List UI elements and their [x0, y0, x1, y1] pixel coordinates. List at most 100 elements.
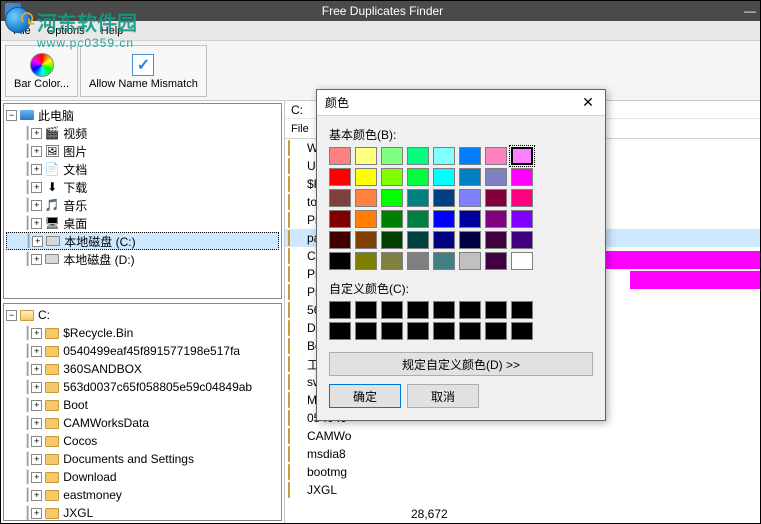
- custom-color-swatch[interactable]: [433, 301, 455, 319]
- color-swatch[interactable]: [511, 252, 533, 270]
- expander-icon[interactable]: +: [31, 200, 42, 211]
- color-swatch[interactable]: [511, 147, 533, 165]
- color-swatch[interactable]: [381, 210, 403, 228]
- color-swatch[interactable]: [459, 231, 481, 249]
- color-swatch[interactable]: [433, 189, 455, 207]
- tree-item-label[interactable]: Cocos: [63, 434, 97, 448]
- expander-icon[interactable]: +: [31, 400, 42, 411]
- tree-item-label[interactable]: $Recycle.Bin: [63, 326, 133, 340]
- color-dialog-titlebar[interactable]: 颜色 ✕: [317, 90, 605, 116]
- color-swatch[interactable]: [485, 147, 507, 165]
- tree-item-label[interactable]: 0540499eaf45f891577198e517fa: [63, 344, 240, 358]
- tree-item-label[interactable]: Documents and Settings: [63, 452, 194, 466]
- menu-help[interactable]: Help: [93, 23, 132, 39]
- menu-options[interactable]: Options: [39, 23, 93, 39]
- color-swatch[interactable]: [329, 210, 351, 228]
- color-swatch[interactable]: [381, 189, 403, 207]
- tree-item-label[interactable]: Boot: [63, 398, 88, 412]
- color-swatch[interactable]: [485, 252, 507, 270]
- color-swatch[interactable]: [329, 252, 351, 270]
- color-swatch[interactable]: [433, 168, 455, 186]
- tree-item-label[interactable]: 360SANDBOX: [63, 362, 142, 376]
- expander-icon[interactable]: +: [31, 328, 42, 339]
- bar-color-button[interactable]: Bar Color...: [5, 45, 78, 97]
- custom-color-swatch[interactable]: [355, 322, 377, 340]
- custom-color-swatch[interactable]: [485, 322, 507, 340]
- color-swatch[interactable]: [407, 168, 429, 186]
- tree-item-label[interactable]: 文档: [63, 161, 87, 178]
- custom-color-swatch[interactable]: [329, 322, 351, 340]
- custom-color-swatch[interactable]: [329, 301, 351, 319]
- expander-icon[interactable]: +: [31, 128, 42, 139]
- color-swatch[interactable]: [355, 147, 377, 165]
- color-swatch[interactable]: [485, 189, 507, 207]
- color-swatch[interactable]: [433, 252, 455, 270]
- custom-color-swatch[interactable]: [381, 301, 403, 319]
- tree-item-label[interactable]: 图片: [63, 143, 87, 160]
- tree-item-label[interactable]: Download: [63, 470, 116, 484]
- custom-color-swatch[interactable]: [407, 322, 429, 340]
- color-swatch[interactable]: [433, 231, 455, 249]
- color-swatch[interactable]: [407, 210, 429, 228]
- folder-tree-top[interactable]: −此电脑┃+🎬视频┃+🖼图片┃+📄文档┃+⬇下载┃+🎵音乐┃+🖥桌面┃+本地磁盘…: [3, 103, 282, 299]
- color-swatch[interactable]: [485, 210, 507, 228]
- color-swatch[interactable]: [511, 231, 533, 249]
- color-swatch[interactable]: [381, 147, 403, 165]
- file-row[interactable]: CAMWo: [285, 427, 760, 445]
- expander-icon[interactable]: +: [31, 382, 42, 393]
- expander-icon[interactable]: +: [31, 146, 42, 157]
- expander-icon[interactable]: +: [32, 236, 43, 247]
- color-swatch[interactable]: [329, 231, 351, 249]
- custom-color-swatch[interactable]: [381, 322, 403, 340]
- file-row[interactable]: msdia8: [285, 445, 760, 463]
- color-swatch[interactable]: [459, 147, 481, 165]
- folder-tree-bottom[interactable]: −C:┃+$Recycle.Bin┃+0540499eaf45f89157719…: [3, 303, 282, 521]
- close-icon[interactable]: ✕: [579, 94, 597, 112]
- custom-color-swatch[interactable]: [511, 322, 533, 340]
- custom-color-swatch[interactable]: [459, 301, 481, 319]
- color-swatch[interactable]: [511, 210, 533, 228]
- tree-item-label[interactable]: eastmoney: [63, 488, 122, 502]
- tree-item-label[interactable]: 视频: [63, 125, 87, 142]
- expander-icon[interactable]: +: [31, 490, 42, 501]
- color-swatch[interactable]: [355, 231, 377, 249]
- color-swatch[interactable]: [407, 252, 429, 270]
- custom-color-swatch[interactable]: [511, 301, 533, 319]
- expander-icon[interactable]: +: [31, 254, 42, 265]
- tree-item-label[interactable]: 563d0037c65f058805e59c04849ab: [63, 380, 252, 394]
- minimize-button[interactable]: —: [740, 4, 760, 18]
- custom-color-swatch[interactable]: [433, 322, 455, 340]
- color-swatch[interactable]: [511, 189, 533, 207]
- color-swatch[interactable]: [355, 210, 377, 228]
- color-swatch[interactable]: [355, 189, 377, 207]
- expander-icon[interactable]: +: [31, 418, 42, 429]
- tree-item-label[interactable]: 本地磁盘 (C:): [64, 233, 135, 250]
- color-swatch[interactable]: [433, 210, 455, 228]
- color-swatch[interactable]: [485, 168, 507, 186]
- custom-color-swatch[interactable]: [485, 301, 507, 319]
- expander-icon[interactable]: +: [31, 346, 42, 357]
- color-swatch[interactable]: [459, 252, 481, 270]
- define-custom-color-button[interactable]: 规定自定义颜色(D) >>: [329, 352, 593, 376]
- color-swatch[interactable]: [329, 189, 351, 207]
- tree-item-label[interactable]: 桌面: [63, 215, 87, 232]
- color-swatch[interactable]: [407, 189, 429, 207]
- color-swatch[interactable]: [485, 231, 507, 249]
- ok-button[interactable]: 确定: [329, 384, 401, 408]
- cancel-button[interactable]: 取消: [407, 384, 479, 408]
- expander-icon[interactable]: +: [31, 164, 42, 175]
- expander-icon[interactable]: +: [31, 218, 42, 229]
- expander-icon[interactable]: +: [31, 454, 42, 465]
- color-swatch[interactable]: [381, 168, 403, 186]
- tree-root-label[interactable]: 此电脑: [38, 107, 74, 124]
- custom-color-swatch[interactable]: [459, 322, 481, 340]
- file-row[interactable]: JXGL: [285, 481, 760, 499]
- color-swatch[interactable]: [407, 231, 429, 249]
- expander-icon[interactable]: +: [31, 472, 42, 483]
- tree-item-label[interactable]: 本地磁盘 (D:): [63, 251, 134, 268]
- tree-item-label[interactable]: 下载: [63, 179, 87, 196]
- expander-icon[interactable]: −: [6, 310, 17, 321]
- tree-item-label[interactable]: JXGL: [63, 506, 93, 520]
- expander-icon[interactable]: +: [31, 508, 42, 519]
- color-swatch[interactable]: [329, 168, 351, 186]
